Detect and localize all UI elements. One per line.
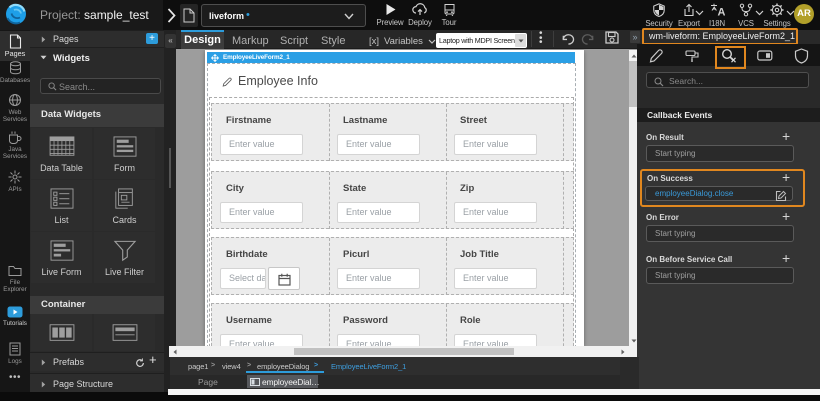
svg-text:A: A	[717, 7, 725, 18]
